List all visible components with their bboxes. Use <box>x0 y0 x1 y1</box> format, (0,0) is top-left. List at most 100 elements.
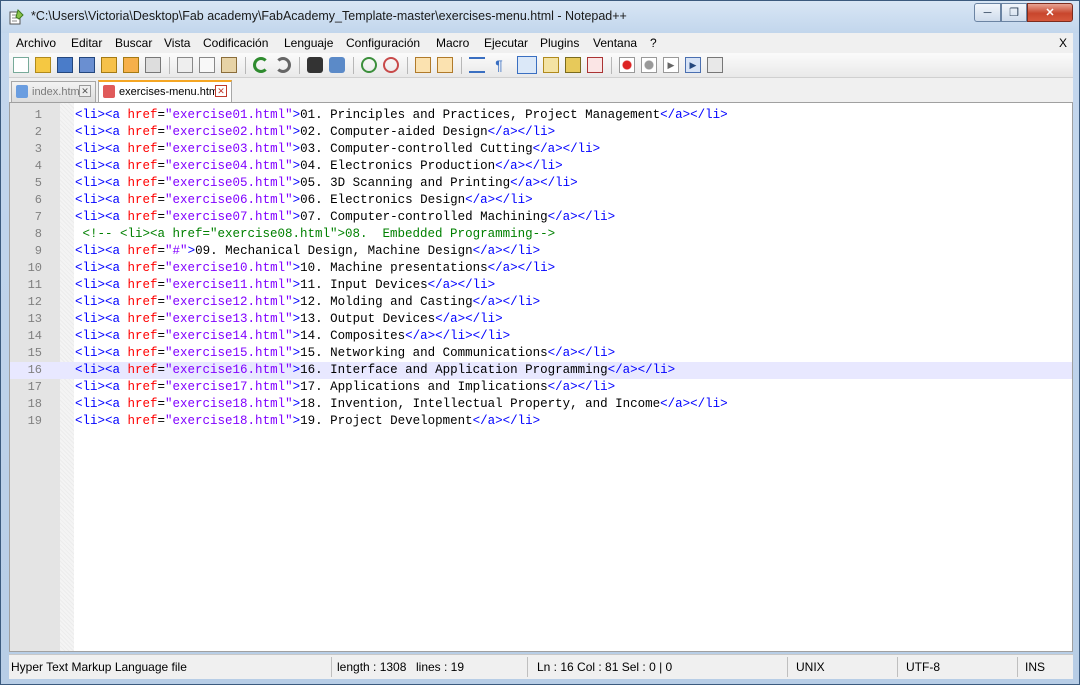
sync-horizontal-icon[interactable] <box>437 57 453 73</box>
save-macro-icon[interactable] <box>707 57 723 73</box>
link-text: 17. Applications and Implications <box>300 380 548 394</box>
sync-vertical-icon[interactable] <box>415 57 431 73</box>
link-text: 02. Computer-aided Design <box>300 125 488 139</box>
status-encoding[interactable]: UTF-8 <box>906 660 940 674</box>
tab-index-html[interactable]: index.html ✕ <box>11 81 96 102</box>
stop-macro-icon[interactable] <box>641 57 657 73</box>
html-tag: > <box>292 193 301 207</box>
line-number: 4 <box>34 159 42 173</box>
html-tag: <li><a <box>75 295 128 309</box>
save-all-icon[interactable] <box>79 57 95 73</box>
html-attribute-value: "exercise12.html" <box>165 295 293 309</box>
redo-icon[interactable] <box>275 57 291 73</box>
record-macro-icon[interactable] <box>619 57 635 73</box>
open-file-icon[interactable] <box>35 57 51 73</box>
show-all-chars-icon[interactable]: ¶ <box>491 57 507 73</box>
function-list-icon[interactable] <box>587 57 603 73</box>
code-editor[interactable]: 1 <li><a href="exercise01.html">01. Princ… <box>9 102 1073 652</box>
copy-icon[interactable] <box>199 57 215 73</box>
replace-icon[interactable] <box>329 57 345 73</box>
menu-macro[interactable]: Macro <box>436 36 469 50</box>
zoom-in-icon[interactable] <box>361 57 377 73</box>
html-equals: = <box>157 125 166 139</box>
tab-label: index.html <box>32 86 83 98</box>
code-content: <li><a href="exercise10.html">10. Machin… <box>75 260 555 277</box>
code-content: <li><a href="exercise18.html">18. Invent… <box>75 396 728 413</box>
html-attribute: href <box>127 278 158 292</box>
close-window-button[interactable]: ✕ <box>1027 3 1073 22</box>
code-line[interactable]: 1 <li><a href="exercise01.html">01. Princ… <box>10 107 1072 124</box>
user-language-icon[interactable] <box>543 57 559 73</box>
menu-buscar[interactable]: Buscar <box>115 36 152 50</box>
code-line[interactable]: 10 <li><a href="exercise10.html">10. Mach… <box>10 260 1072 277</box>
code-line[interactable]: 19 <li><a href="exercise18.html">19. Proj… <box>10 413 1072 430</box>
paste-icon[interactable] <box>221 57 237 73</box>
zoom-out-icon[interactable] <box>383 57 399 73</box>
code-line[interactable]: 15 <li><a href="exercise15.html">15. Netw… <box>10 345 1072 362</box>
code-line[interactable]: 11 <li><a href="exercise11.html">11. Inpu… <box>10 277 1072 294</box>
tab-close-icon[interactable]: ✕ <box>215 85 227 97</box>
code-content: <li><a href="#">09. Mechanical Design, M… <box>75 243 540 260</box>
html-tag: > <box>292 125 301 139</box>
print-icon[interactable] <box>145 57 161 73</box>
menu-lenguaje[interactable]: Lenguaje <box>284 36 333 50</box>
code-line[interactable]: 8 <!-- <li><a href="exercise08.html">08.… <box>10 226 1072 243</box>
menu-ventana[interactable]: Ventana <box>593 36 637 50</box>
toolbar: ¶ ▶ ▶ <box>9 53 1073 78</box>
html-closing-tag: </a></li> <box>510 176 578 190</box>
code-line[interactable]: 17 <li><a href="exercise17.html">17. Appl… <box>10 379 1072 396</box>
menu-codificacion[interactable]: Codificación <box>203 36 268 50</box>
code-line[interactable]: 3 <li><a href="exercise03.html">03. Compu… <box>10 141 1072 158</box>
menu-vista[interactable]: Vista <box>164 36 190 50</box>
code-line[interactable]: 14 <li><a href="exercise14.html">14. Comp… <box>10 328 1072 345</box>
html-attribute-value: "exercise17.html" <box>165 380 293 394</box>
code-line[interactable]: 9 <li><a href="#">09. Mechanical Design, … <box>10 243 1072 260</box>
code-line[interactable]: 4 <li><a href="exercise04.html">04. Elect… <box>10 158 1072 175</box>
indent-guide-icon[interactable] <box>517 56 537 74</box>
run-macro-multiple-icon[interactable]: ▶ <box>685 57 701 73</box>
html-equals: = <box>157 346 166 360</box>
menu-configuracion[interactable]: Configuración <box>346 36 420 50</box>
code-line[interactable]: 12 <li><a href="exercise12.html">12. Mold… <box>10 294 1072 311</box>
close-document-button[interactable]: X <box>1059 36 1067 50</box>
doc-map-icon[interactable] <box>565 57 581 73</box>
menu-editar[interactable]: Editar <box>71 36 102 50</box>
code-line[interactable]: 6 <li><a href="exercise06.html">06. Elect… <box>10 192 1072 209</box>
save-icon[interactable] <box>57 57 73 73</box>
html-attribute: href <box>127 176 158 190</box>
close-all-icon[interactable] <box>123 57 139 73</box>
status-eol[interactable]: UNIX <box>796 660 825 674</box>
html-closing-tag: </a></li> <box>660 108 728 122</box>
menu-archivo[interactable]: Archivo <box>16 36 56 50</box>
code-line[interactable]: 2 <li><a href="exercise02.html">02. Compu… <box>10 124 1072 141</box>
code-line[interactable]: 16 <li><a href="exercise16.html">16. Inte… <box>10 362 1072 379</box>
link-text: 13. Output Devices <box>300 312 436 326</box>
new-file-icon[interactable] <box>13 57 29 73</box>
play-macro-icon[interactable]: ▶ <box>663 57 679 73</box>
toolbar-separator <box>611 57 612 74</box>
undo-icon[interactable] <box>253 57 269 73</box>
menu-help[interactable]: ? <box>650 36 657 50</box>
title-bar[interactable]: *C:\Users\Victoria\Desktop\Fab academy\F… <box>1 1 1079 33</box>
code-line[interactable]: 18 <li><a href="exercise18.html">18. Inve… <box>10 396 1072 413</box>
find-icon[interactable] <box>307 57 323 73</box>
html-tag: > <box>292 210 301 224</box>
line-number: 12 <box>27 295 42 309</box>
cut-icon[interactable] <box>177 57 193 73</box>
minimize-button[interactable]: ─ <box>974 3 1001 22</box>
status-file-type: Hyper Text Markup Language file <box>11 660 187 674</box>
tab-exercises-menu-html[interactable]: exercises-menu.html ✕ <box>98 80 232 102</box>
word-wrap-icon[interactable] <box>469 57 485 73</box>
html-attribute-value: "exercise02.html" <box>165 125 293 139</box>
code-content: <li><a href="exercise04.html">04. Electr… <box>75 158 563 175</box>
code-line[interactable]: 13 <li><a href="exercise13.html">13. Outp… <box>10 311 1072 328</box>
maximize-button[interactable]: ❐ <box>1001 3 1027 22</box>
status-insert-mode[interactable]: INS <box>1025 660 1045 674</box>
line-number: 11 <box>27 278 42 292</box>
code-line[interactable]: 5 <li><a href="exercise05.html">05. 3D Sc… <box>10 175 1072 192</box>
close-file-icon[interactable] <box>101 57 117 73</box>
code-line[interactable]: 7 <li><a href="exercise07.html">07. Compu… <box>10 209 1072 226</box>
menu-plugins[interactable]: Plugins <box>540 36 579 50</box>
menu-ejecutar[interactable]: Ejecutar <box>484 36 528 50</box>
tab-close-icon[interactable]: ✕ <box>79 85 91 97</box>
